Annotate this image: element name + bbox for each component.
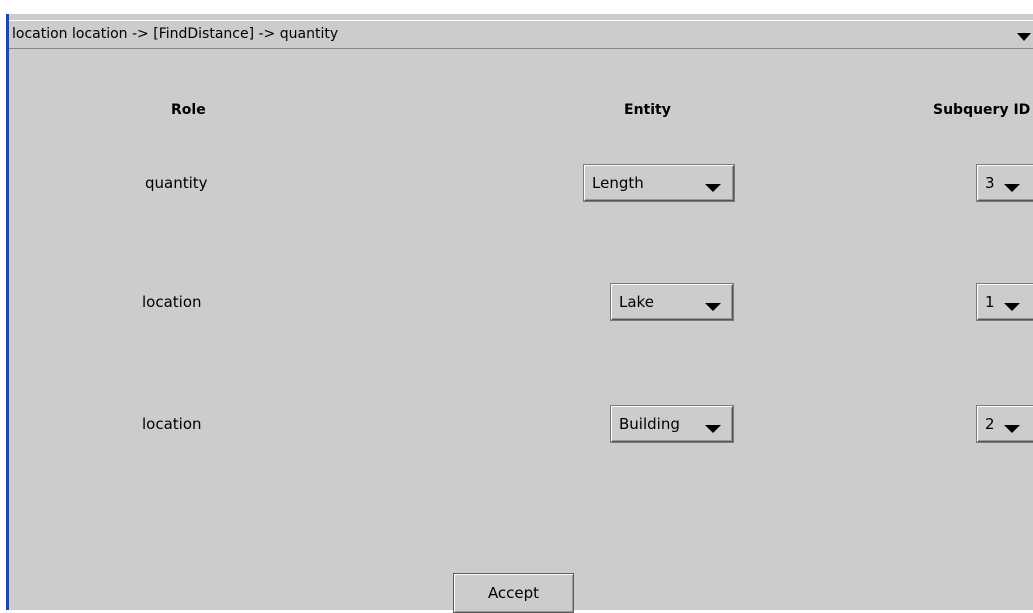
subquery-id-column-header: Subquery ID [933, 102, 1031, 118]
subquery-id-dropdown[interactable]: 1 [977, 284, 1033, 320]
entity-dropdown-value: Length [592, 174, 644, 192]
entity-dropdown[interactable]: Lake [611, 284, 733, 320]
chevron-down-icon [1004, 297, 1020, 316]
query-selector-value: location location -> [FindDistance] -> q… [12, 26, 339, 42]
window: location location -> [FindDistance] -> q… [0, 0, 1033, 613]
entity-column-header: Entity [624, 102, 671, 118]
chevron-down-icon [705, 297, 721, 316]
query-selector-dropdown[interactable]: location location -> [FindDistance] -> q… [9, 20, 1033, 49]
subquery-id-dropdown[interactable]: 2 [977, 406, 1033, 442]
chevron-down-icon [705, 178, 721, 197]
accept-button[interactable]: Accept [453, 573, 574, 613]
subquery-id-value: 2 [985, 415, 995, 433]
subquery-id-value: 3 [985, 174, 995, 192]
entity-dropdown[interactable]: Length [584, 165, 734, 201]
entity-dropdown-value: Building [619, 415, 680, 433]
role-label: location [142, 293, 202, 311]
subquery-id-value: 1 [985, 293, 995, 311]
entity-dropdown[interactable]: Building [611, 406, 733, 442]
entity-dropdown-value: Lake [619, 293, 654, 311]
query-panel: location location -> [FindDistance] -> q… [9, 14, 1033, 610]
chevron-down-icon[interactable] [1017, 27, 1031, 46]
chevron-down-icon [705, 419, 721, 438]
role-column-header: Role [171, 102, 206, 118]
role-label: location [142, 415, 202, 433]
chevron-down-icon [1004, 178, 1020, 197]
role-label: quantity [145, 174, 208, 192]
chevron-down-icon [1004, 419, 1020, 438]
subquery-id-dropdown[interactable]: 3 [977, 165, 1033, 201]
